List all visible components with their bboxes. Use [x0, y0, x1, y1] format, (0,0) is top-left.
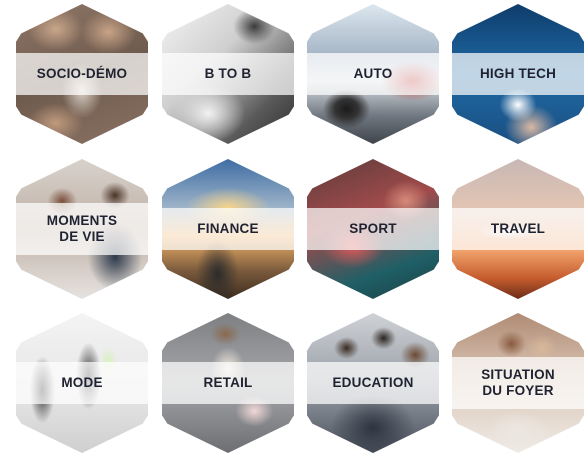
- tile-label-band: EDUCATION: [307, 362, 439, 404]
- tile-socio-demo[interactable]: SOCIO-DÉMO: [16, 4, 148, 144]
- tile-label-band: TRAVEL: [452, 208, 584, 250]
- tile-label-band: AUTO: [307, 53, 439, 95]
- tile-hexagon: FINANCE: [162, 159, 294, 299]
- tile-hexagon: SPORT: [307, 159, 439, 299]
- tile-label-band: FINANCE: [162, 208, 294, 250]
- tile-label-band: SOCIO-DÉMO: [16, 53, 148, 95]
- tile-label: SOCIO-DÉMO: [36, 66, 128, 82]
- tile-hexagon: SITUATION DU FOYER: [452, 313, 584, 453]
- tile-b-to-b[interactable]: B TO B: [162, 4, 294, 144]
- tile-hexagon: TRAVEL: [452, 159, 584, 299]
- tile-sport[interactable]: SPORT: [307, 159, 439, 299]
- tile-label: MOMENTS DE VIE: [46, 213, 118, 244]
- tile-auto[interactable]: AUTO: [307, 4, 439, 144]
- tile-travel[interactable]: TRAVEL: [452, 159, 584, 299]
- tile-label-band: MOMENTS DE VIE: [16, 203, 148, 255]
- tile-high-tech[interactable]: HIGH TECH: [452, 4, 584, 144]
- tile-label: SITUATION DU FOYER: [481, 367, 555, 398]
- tile-label-band: HIGH TECH: [452, 53, 584, 95]
- tile-finance[interactable]: FINANCE: [162, 159, 294, 299]
- tile-hexagon: SOCIO-DÉMO: [16, 4, 148, 144]
- tile-label-band: SPORT: [307, 208, 439, 250]
- tile-label: TRAVEL: [490, 221, 546, 237]
- tile-hexagon: MOMENTS DE VIE: [16, 159, 148, 299]
- tile-mode[interactable]: MODE: [16, 313, 148, 453]
- tile-hexagon: AUTO: [307, 4, 439, 144]
- tile-label-band: MODE: [16, 362, 148, 404]
- tile-hexagon: MODE: [16, 313, 148, 453]
- tile-label: FINANCE: [197, 221, 259, 237]
- tile-label: EDUCATION: [332, 375, 414, 391]
- tile-label: B TO B: [204, 66, 252, 82]
- category-grid: SOCIO-DÉMO B TO B AUTO HIGH TECH MOMENTS…: [0, 0, 586, 455]
- tile-retail[interactable]: RETAIL: [162, 313, 294, 453]
- tile-label: AUTO: [353, 66, 393, 82]
- tile-hexagon: HIGH TECH: [452, 4, 584, 144]
- tile-label: HIGH TECH: [479, 66, 557, 82]
- tile-label-band: SITUATION DU FOYER: [452, 357, 584, 409]
- tile-moments-de-vie[interactable]: MOMENTS DE VIE: [16, 159, 148, 299]
- tile-situation-du-foyer[interactable]: SITUATION DU FOYER: [452, 313, 584, 453]
- tile-hexagon: RETAIL: [162, 313, 294, 453]
- tile-label: RETAIL: [203, 375, 253, 391]
- tile-label: MODE: [61, 375, 103, 391]
- tile-label: SPORT: [349, 221, 397, 237]
- tile-hexagon: EDUCATION: [307, 313, 439, 453]
- tile-education[interactable]: EDUCATION: [307, 313, 439, 453]
- tile-label-band: RETAIL: [162, 362, 294, 404]
- tile-hexagon: B TO B: [162, 4, 294, 144]
- tile-label-band: B TO B: [162, 53, 294, 95]
